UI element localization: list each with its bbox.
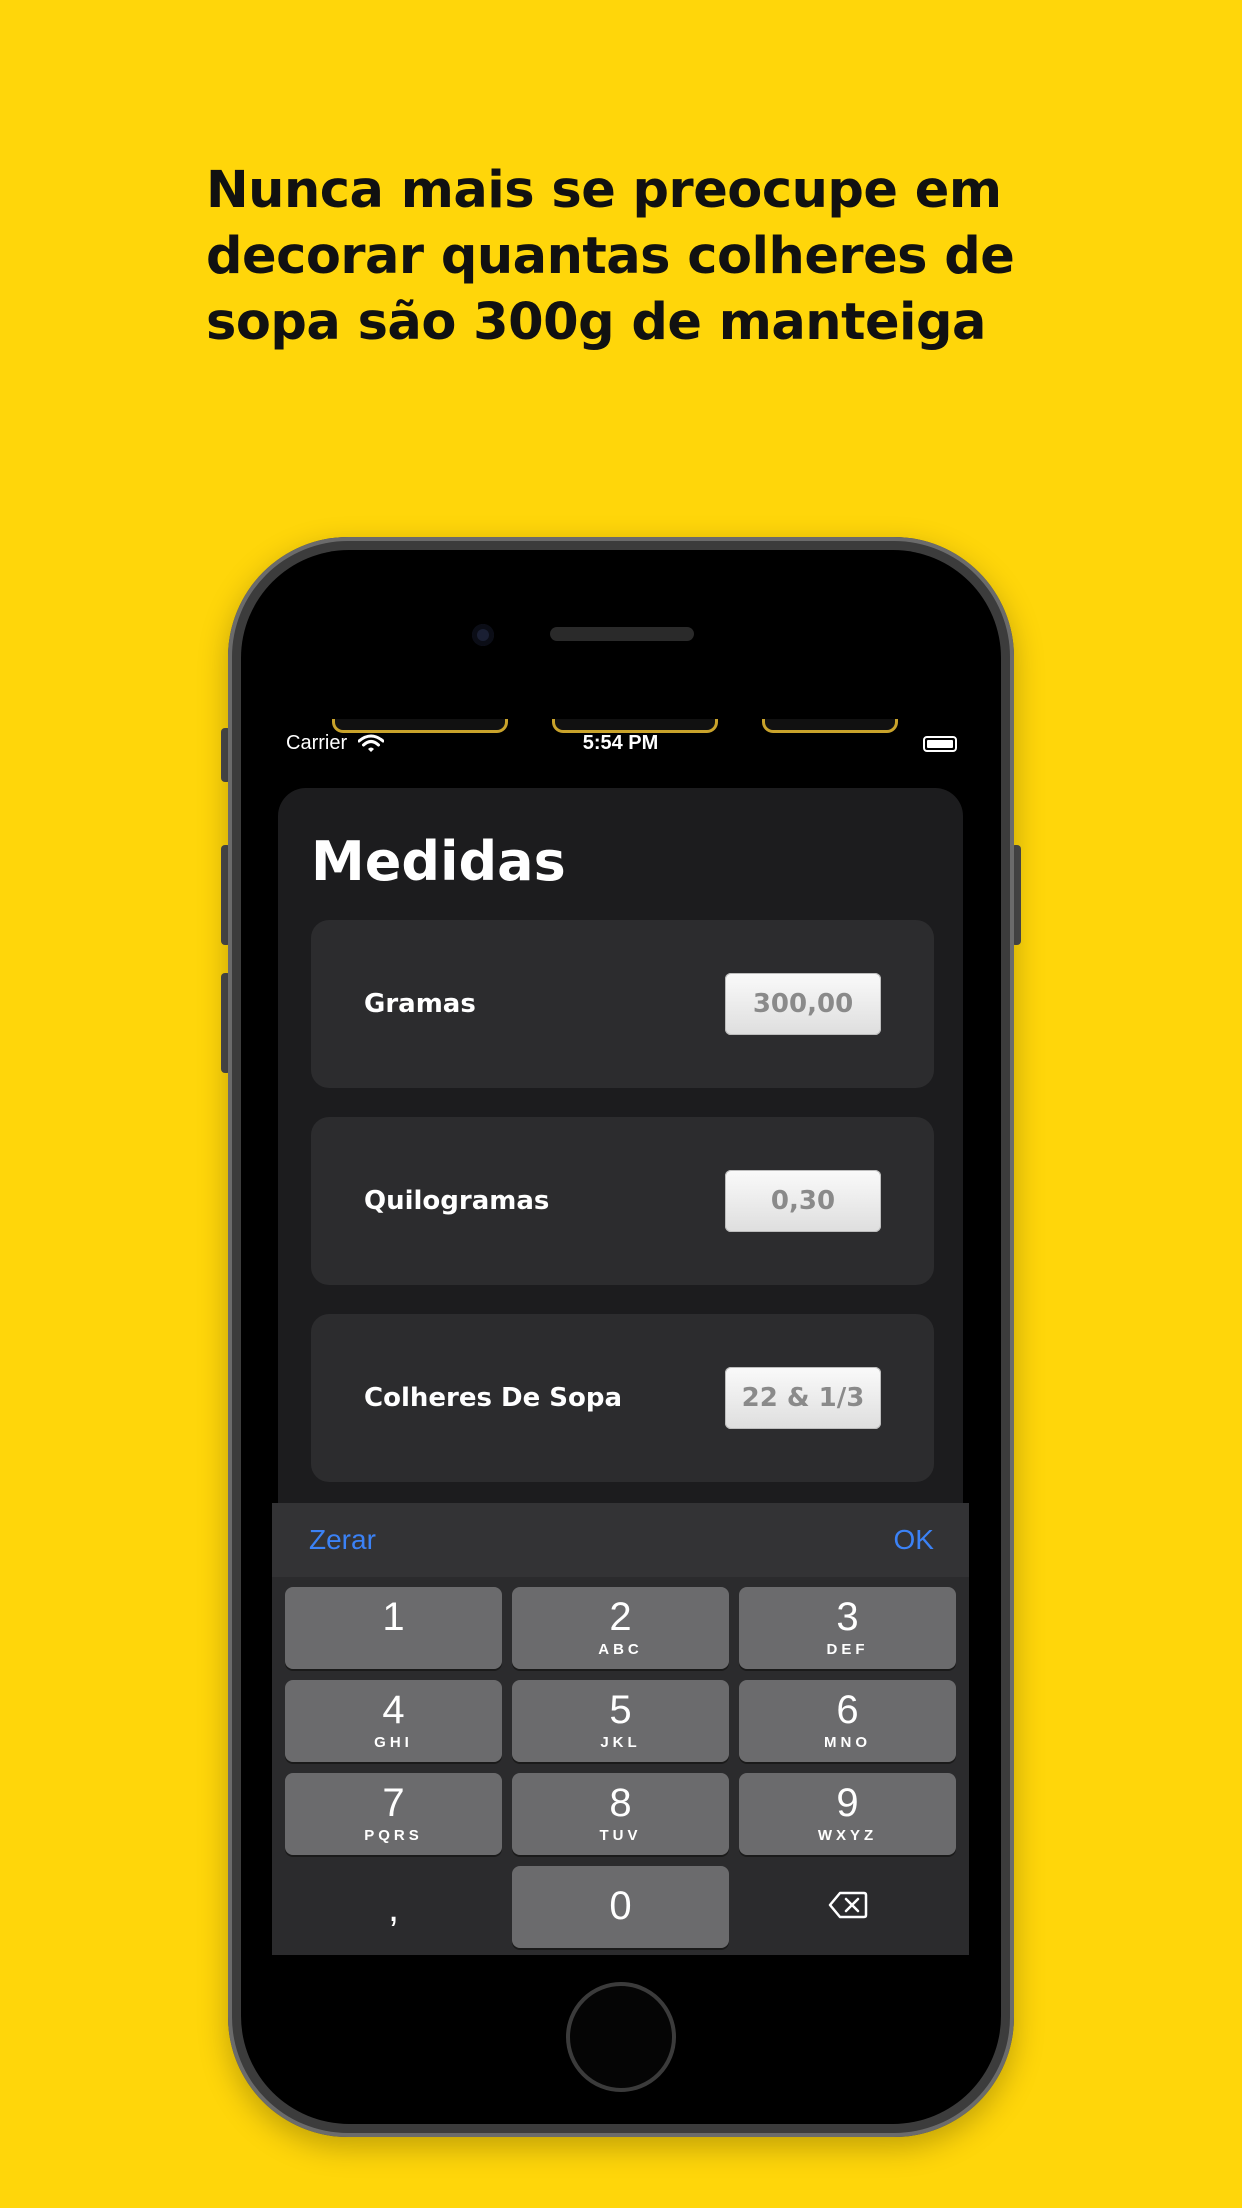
key-digit: 5 — [609, 1688, 632, 1732]
key-letters: DEF — [826, 1641, 869, 1658]
key-digit: 4 — [382, 1688, 405, 1732]
key-delete[interactable] — [739, 1866, 956, 1948]
numeric-keyboard: Zerar OK 1 2 ABC 3 DEF 4 GHI 5 JKL 6 MNO… — [272, 1503, 969, 1955]
headline-line-3: sopa são 300g de manteiga — [206, 293, 986, 352]
key-comma[interactable]: , — [285, 1866, 502, 1948]
kilograms-input[interactable]: 0,30 — [725, 1170, 881, 1232]
key-digit: 2 — [609, 1595, 632, 1639]
key-digit: 6 — [836, 1688, 859, 1732]
home-button — [566, 1982, 676, 2092]
measure-label: Quilogramas — [364, 1186, 550, 1216]
ok-button[interactable]: OK — [894, 1503, 934, 1577]
measure-row-grams[interactable]: Gramas 300,00 — [311, 920, 934, 1088]
key-digit: , — [387, 1886, 400, 1930]
grams-input[interactable]: 300,00 — [725, 973, 881, 1035]
key-digit: 1 — [382, 1595, 405, 1639]
phone-screen: Carrier 5:54 PM Medidas Gramas 300,00 Qu… — [272, 719, 969, 1955]
keypad: 1 2 ABC 3 DEF 4 GHI 5 JKL 6 MNO 7 PQRS 8… — [272, 1577, 969, 1955]
status-time: 5:54 PM — [582, 732, 659, 754]
measure-label: Gramas — [364, 989, 476, 1019]
key-letters: JKL — [600, 1734, 641, 1751]
key-8[interactable]: 8 TUV — [512, 1773, 729, 1855]
key-1[interactable]: 1 — [285, 1587, 502, 1669]
key-5[interactable]: 5 JKL — [512, 1680, 729, 1762]
key-7[interactable]: 7 PQRS — [285, 1773, 502, 1855]
headline: Nunca mais se preocupe em decorar quanta… — [206, 158, 1106, 356]
key-2[interactable]: 2 ABC — [512, 1587, 729, 1669]
key-letters: MNO — [824, 1734, 871, 1751]
status-bar: Carrier 5:54 PM — [272, 731, 969, 761]
key-digit: 3 — [836, 1595, 859, 1639]
key-letters: PQRS — [364, 1827, 423, 1844]
key-6[interactable]: 6 MNO — [739, 1680, 956, 1762]
reset-button[interactable]: Zerar — [309, 1503, 376, 1577]
key-9[interactable]: 9 WXYZ — [739, 1773, 956, 1855]
battery-icon — [923, 736, 957, 752]
key-4[interactable]: 4 GHI — [285, 1680, 502, 1762]
measure-row-tablespoons[interactable]: Colheres De Sopa 22 & 1/3 — [311, 1314, 934, 1482]
key-letters: TUV — [599, 1827, 642, 1844]
key-digit: 8 — [609, 1781, 632, 1825]
key-digit: 0 — [609, 1884, 632, 1928]
headline-line-1: Nunca mais se preocupe em — [206, 161, 1002, 220]
key-3[interactable]: 3 DEF — [739, 1587, 956, 1669]
keyboard-accessory-bar: Zerar OK — [272, 1503, 969, 1577]
page-title: Medidas — [311, 830, 566, 893]
key-0[interactable]: 0 — [512, 1866, 729, 1948]
key-letters: GHI — [374, 1734, 413, 1751]
key-letters: WXYZ — [817, 1827, 878, 1844]
key-digit: 9 — [836, 1781, 859, 1825]
camera-icon — [472, 624, 494, 646]
tablespoons-input[interactable]: 22 & 1/3 — [725, 1367, 881, 1429]
key-digit: 7 — [382, 1781, 405, 1825]
measure-row-kilograms[interactable]: Quilogramas 0,30 — [311, 1117, 934, 1285]
headline-line-2: decorar quantas colheres de — [206, 227, 1015, 286]
measure-label: Colheres De Sopa — [364, 1383, 622, 1413]
speaker-grille — [550, 627, 694, 641]
key-letters: ABC — [598, 1641, 643, 1658]
backspace-icon — [739, 1890, 956, 1925]
